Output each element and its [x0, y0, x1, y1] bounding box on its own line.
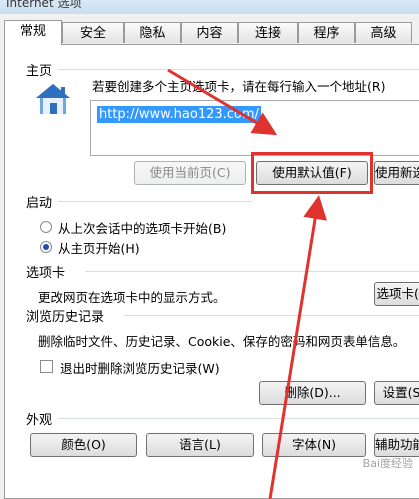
home-url-text: http://www.hao123.com/	[97, 106, 261, 123]
history-description: 删除临时文件、历史记录、Cookie、保存的密码和网页表单信息。	[38, 334, 406, 349]
history-settings-button[interactable]: 设置(S)	[374, 381, 419, 405]
tabs-description: 更改网页在选项卡中的显示方式。	[38, 290, 226, 305]
watermark: Bai度经验	[362, 457, 413, 470]
house-icon	[36, 84, 70, 114]
startup-home-page-radio[interactable]	[40, 241, 52, 253]
use-new-tab-button[interactable]: 使用新选项卡(U)	[374, 161, 419, 185]
tabs-settings-button[interactable]: 选项卡(T)	[374, 282, 419, 306]
tab-strip: 常规 安全 隐私 内容 连接 程序 高级	[4, 20, 419, 45]
startup-home-page-label[interactable]: 从主页开始(H)	[58, 238, 140, 257]
tab-privacy[interactable]: 隐私	[124, 22, 181, 43]
accessibility-button[interactable]: 辅助功能(E)	[374, 433, 419, 457]
home-section-label: 主页	[26, 64, 53, 79]
tab-connections[interactable]: 连接	[238, 22, 298, 43]
delete-history-button[interactable]: 删除(D)...	[259, 381, 366, 405]
startup-separator	[58, 201, 252, 202]
appearance-section-label: 外观	[26, 413, 53, 428]
colors-button[interactable]: 颜色(O)	[30, 433, 137, 457]
tab-content[interactable]: 内容	[181, 22, 238, 43]
tabs-section-label: 选项卡	[26, 266, 66, 281]
tab-general[interactable]: 常规	[4, 20, 62, 45]
use-default-button[interactable]: 使用默认值(F)	[256, 161, 368, 185]
tab-advanced[interactable]: 高级	[355, 22, 412, 43]
home-instruction: 若要创建多个主页选项卡，请在每行输入一个地址(R)	[92, 79, 386, 94]
appearance-separator	[58, 418, 419, 419]
startup-section-label: 启动	[26, 196, 53, 211]
startup-last-session-label[interactable]: 从上次会话中的选项卡开始(B)	[58, 218, 226, 237]
home-url-textarea[interactable]: http://www.hao123.com/	[90, 100, 419, 156]
use-current-button[interactable]: 使用当前页(C)	[134, 161, 246, 185]
fonts-button[interactable]: 字体(N)	[262, 433, 366, 457]
languages-button[interactable]: 语言(L)	[146, 433, 254, 457]
tab-security[interactable]: 安全	[62, 22, 124, 43]
delete-on-exit-checkbox[interactable]	[40, 360, 53, 373]
startup-last-session-radio[interactable]	[40, 221, 52, 233]
tabs-separator	[85, 271, 419, 272]
tab-programs[interactable]: 程序	[298, 22, 355, 43]
window-title-bar: Internet 选项	[0, 0, 419, 14]
history-section-label: 浏览历史记录	[26, 310, 105, 325]
window-title: Internet 选项	[6, 0, 82, 10]
history-separator	[124, 315, 419, 316]
delete-on-exit-label[interactable]: 退出时删除浏览历史记录(W)	[60, 358, 220, 377]
home-separator	[58, 69, 419, 70]
